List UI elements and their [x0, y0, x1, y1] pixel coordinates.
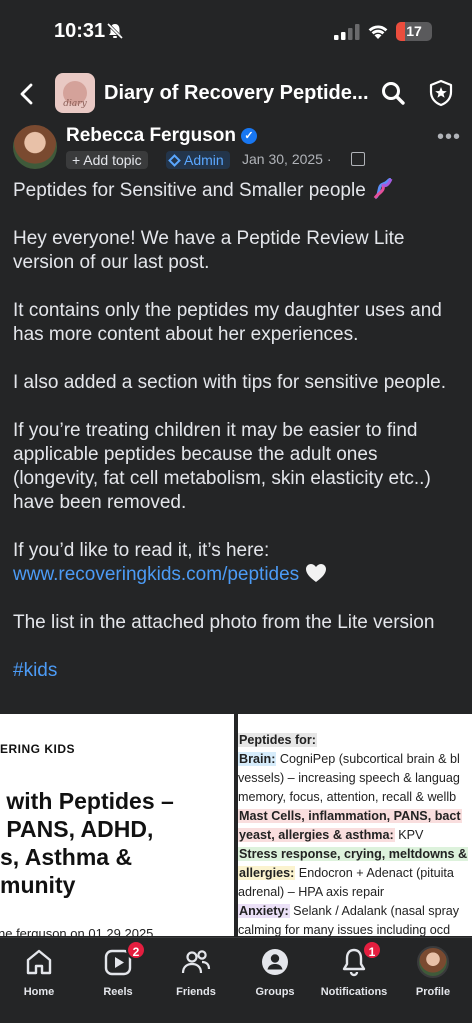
- post-paragraph: Peptides for Sensitive and Smaller peopl…: [13, 178, 463, 203]
- image-list-heading: Anxiety:: [238, 904, 290, 918]
- post-paragraph: Hey everyone! We have a Peptide Review L…: [13, 228, 405, 273]
- tab-label: Profile: [415, 986, 451, 998]
- status-time: 10:31: [54, 20, 106, 42]
- author-avatar[interactable]: [13, 125, 57, 169]
- image-list-line: Stress response, crying, meltdowns &: [238, 846, 469, 862]
- home-icon: [26, 949, 52, 975]
- admin-diamond-icon: [168, 154, 181, 167]
- post-body: Peptides for Sensitive and Smaller peopl…: [13, 178, 463, 707]
- image-brand-text: ERING KIDS: [0, 742, 76, 756]
- image-list-text: adrenal) – HPA axis repair: [238, 885, 385, 899]
- image-list-line: adrenal) – HPA axis repair: [238, 884, 384, 900]
- search-icon[interactable]: [380, 80, 406, 106]
- image-list-text: memory, focus, attention, recall & wellb: [238, 790, 457, 804]
- attached-image-left[interactable]: ERING KIDS with Peptides – PANS, ADHD, s…: [0, 714, 234, 936]
- image-list-text: calming for many issues including ocd: [238, 923, 451, 936]
- notifications-badge: 1: [362, 940, 382, 960]
- image-list-line: Mast Cells, inflammation, PANS, bact: [238, 808, 462, 824]
- hashtag-link[interactable]: #kids: [13, 660, 57, 681]
- post-paragraph: The list in the attached photo from the …: [13, 612, 435, 633]
- group-header: diary Diary of Recovery Peptide...: [0, 70, 472, 118]
- profile-avatar: [417, 946, 449, 978]
- add-topic-button[interactable]: + Add topic: [66, 151, 148, 169]
- image-list-heading: yeast, allergies & asthma:: [238, 828, 395, 842]
- image-list-text: KPV: [394, 828, 424, 842]
- image-list-heading: Peptides for:: [238, 733, 317, 747]
- bottom-tab-bar: Home 2 Reels Friends Groups 1 Notificati…: [0, 937, 472, 1023]
- group-title[interactable]: Diary of Recovery Peptide...: [104, 82, 369, 105]
- image-list-line: calming for many issues including ocd: [238, 922, 450, 936]
- image-list-line: yeast, allergies & asthma: KPV: [238, 827, 423, 843]
- author-name[interactable]: Rebecca Ferguson: [66, 125, 236, 147]
- shield-star-icon[interactable]: [428, 79, 454, 107]
- silent-bell-icon: [106, 22, 124, 40]
- attached-image-right[interactable]: Peptides for: Brain: CogniPep (subcortica…: [238, 714, 472, 936]
- post-paragraph: I also added a section with tips for sen…: [13, 372, 447, 393]
- wifi-icon: [368, 25, 388, 39]
- image-list-text: Selank / Adalank (nasal spray: [289, 904, 460, 918]
- image-list-heading: Stress response, crying, meltdowns &: [238, 847, 469, 861]
- image-list-heading: Mast Cells, inflammation, PANS, bact: [238, 809, 462, 823]
- image-list-line: allergies: Endocron + Adenact (pituita: [238, 865, 454, 881]
- dna-emoji-icon: [373, 178, 393, 200]
- image-list-text: Endocron + Adenact (pituita: [295, 866, 454, 880]
- image-list-line: vessels) – increasing speech & languag: [238, 770, 460, 786]
- white-heart-emoji-icon: [306, 564, 327, 582]
- post-link[interactable]: www.recoveringkids.com/peptides: [13, 564, 299, 585]
- back-icon[interactable]: [14, 80, 40, 108]
- signal-icon: [334, 24, 360, 40]
- groups-icon: [262, 949, 288, 975]
- image-headline: with Peptides – PANS, ADHD, s, Asthma & …: [0, 788, 174, 898]
- more-options-icon[interactable]: •••: [437, 126, 461, 149]
- post-hashtag-paragraph: #kids: [13, 659, 463, 683]
- battery-indicator: 17: [396, 22, 432, 41]
- post-paragraph: If you’re treating children it may be ea…: [13, 420, 431, 513]
- image-list-heading: allergies:: [238, 866, 296, 880]
- battery-level: 17: [406, 23, 422, 39]
- image-list-text: vessels) – increasing speech & languag: [238, 771, 460, 785]
- verified-badge-icon: ✓: [241, 128, 257, 144]
- tab-profile[interactable]: Profile: [386, 946, 472, 998]
- admin-label: Admin: [184, 152, 224, 168]
- image-byline: ne ferguson on 01.29.2025: [0, 926, 154, 936]
- reels-badge: 2: [126, 940, 146, 960]
- post-date[interactable]: Jan 30, 2025 ·: [242, 151, 332, 167]
- group-privacy-icon: [351, 152, 365, 166]
- admin-badge: Admin: [166, 151, 230, 169]
- group-thumbnail[interactable]: diary: [55, 73, 95, 113]
- image-list-text: CogniPep (subcortical brain & bl: [276, 752, 460, 766]
- image-list-line: memory, focus, attention, recall & wellb: [238, 789, 456, 805]
- image-list-line: Anxiety: Selank / Adalank (nasal spray: [238, 903, 459, 919]
- image-list-heading: Brain:: [238, 752, 277, 766]
- image-list-line: Brain: CogniPep (subcortical brain & bl: [238, 751, 460, 767]
- post-paragraph: If you’d like to read it, it’s here: www.…: [13, 539, 463, 587]
- post-paragraph: It contains only the peptides my daughte…: [13, 300, 442, 345]
- friends-icon: [181, 950, 211, 974]
- status-bar: 10:31 17: [0, 0, 472, 62]
- image-list-line: Peptides for:: [238, 732, 317, 748]
